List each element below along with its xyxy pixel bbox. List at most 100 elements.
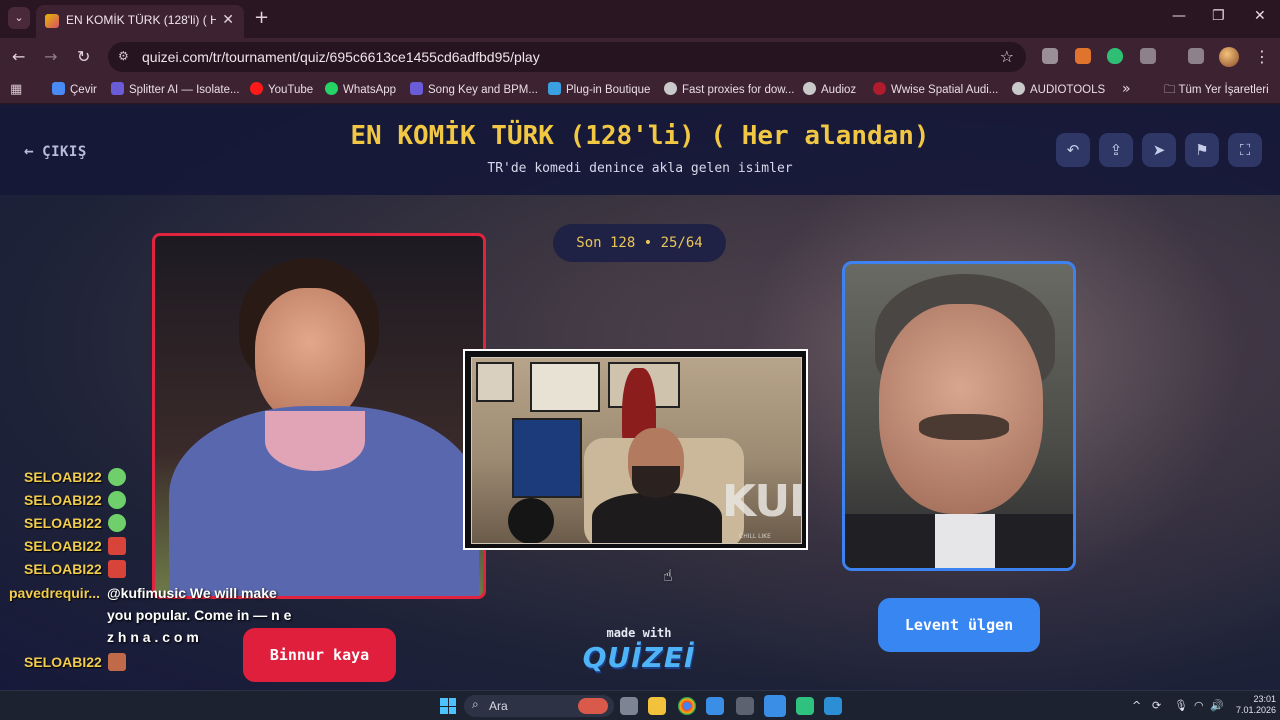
wall-poster	[476, 362, 514, 402]
quizei-logo[interactable]: QUİZEİ	[574, 641, 704, 674]
chat-message: SELOABI22	[24, 491, 126, 513]
folder-icon: 🗀	[1164, 84, 1179, 96]
taskbar-search[interactable]: ⌕ Ara	[464, 695, 614, 717]
tray-chevron-icon[interactable]: ^	[1132, 699, 1141, 712]
bookmark-item[interactable]: Fast proxies for dow...	[664, 82, 795, 100]
app-icon[interactable]	[796, 697, 814, 715]
bookmark-item[interactable]: Wwise Spatial Audi...	[873, 82, 998, 100]
bookmark-star-icon[interactable]: ☆	[1000, 47, 1014, 66]
store-icon[interactable]	[706, 697, 724, 715]
microphone-icon[interactable]: 🎙	[1174, 699, 1188, 712]
hand-cursor-icon: ☝	[663, 566, 673, 585]
clock-time: 23:01	[1253, 694, 1276, 704]
bookmark-label: AUDIOTOOLS	[1030, 84, 1106, 96]
apps-grid-icon[interactable]: ▦	[10, 82, 22, 97]
streamer-beard	[632, 466, 680, 498]
chat-message: SELOABI22	[24, 468, 126, 490]
forward-icon[interactable]: →	[44, 47, 57, 66]
active-tab[interactable]: EN KOMİK TÜRK (128'li) ( Her a ✕	[36, 5, 244, 38]
app-icon[interactable]	[736, 697, 754, 715]
close-window-icon[interactable]: ✕	[1254, 8, 1266, 24]
bookmark-label: Audioz	[821, 84, 857, 96]
bookmark-item[interactable]: YouTube	[250, 82, 313, 100]
fox-extension-icon[interactable]	[1075, 48, 1091, 64]
portrait-face	[879, 304, 1043, 514]
bookmarks-bar: ▦ Çevir Splitter AI — Isolate... YouTube…	[0, 76, 1280, 104]
search-icon: ⌕	[472, 697, 479, 711]
tab-search-button[interactable]: ⌄	[8, 7, 30, 29]
media-control-icon[interactable]	[1188, 48, 1204, 64]
fullscreen-button[interactable]: ⛶	[1228, 133, 1262, 167]
stream-logo: KUFI	[722, 476, 801, 527]
chat-message-text: you popular. Come in — n e	[107, 607, 291, 629]
bookmark-item[interactable]: Audioz	[803, 82, 856, 100]
emote-icon	[107, 560, 126, 578]
shield-extension-icon[interactable]	[1107, 48, 1123, 64]
bookmark-favicon-icon	[250, 82, 263, 95]
bookmark-item[interactable]: Song Key and BPM...	[410, 82, 538, 100]
volume-icon[interactable]: 🔊	[1210, 699, 1224, 712]
bookmark-favicon-icon	[111, 82, 124, 95]
puzzle-icon[interactable]	[1140, 48, 1156, 64]
sync-icon[interactable]: ⟳	[1152, 699, 1161, 712]
all-bookmarks-label: Tüm Yer İşaretleri	[1178, 84, 1269, 96]
stream-chat: SELOABI22 SELOABI22 SELOABI22 SELOABI22 …	[0, 465, 300, 690]
app-icon[interactable]	[824, 697, 842, 715]
exit-button[interactable]: ← ÇIKIŞ	[24, 141, 87, 160]
bookmark-label: Plug-in Boutique	[566, 84, 651, 96]
more-bookmarks-icon[interactable]: »	[1122, 81, 1131, 97]
file-explorer-icon[interactable]	[648, 697, 666, 715]
undo-button[interactable]: ↶	[1056, 133, 1090, 167]
system-clock[interactable]: 23:01 7.01.2026	[1232, 694, 1276, 716]
chat-message: pavedrequir...	[9, 585, 100, 607]
bookmark-label: YouTube	[268, 84, 314, 96]
bookmark-item[interactable]: WhatsApp	[325, 82, 396, 100]
chat-text: z h n a . c o m	[107, 629, 199, 645]
back-icon[interactable]: ←	[12, 47, 25, 66]
tab-title: EN KOMİK TÜRK (128'li) ( Her a	[66, 13, 216, 27]
url-text[interactable]: quizei.com/tr/tournament/quiz/695c6613ce…	[142, 49, 540, 65]
bookmark-favicon-icon	[1012, 82, 1025, 95]
menu-dots-icon[interactable]: ⋮	[1254, 47, 1270, 66]
minimize-icon[interactable]: —	[1172, 8, 1186, 24]
portrait-face	[255, 288, 365, 423]
all-bookmarks-folder[interactable]: 🗀 Tüm Yer İşaretleri	[1164, 82, 1269, 101]
send-icon: ➤	[1152, 141, 1166, 159]
recording-app-icon[interactable]	[764, 695, 786, 717]
right-choice-button[interactable]: Levent ülgen	[878, 598, 1040, 652]
windows-start-icon[interactable]	[440, 698, 456, 714]
tab-strip: ⌄ EN KOMİK TÜRK (128'li) ( Her a ✕ + — ❐…	[0, 0, 1280, 38]
portrait-mustache	[919, 414, 1009, 440]
restore-icon[interactable]: ❐	[1212, 8, 1225, 24]
close-tab-icon[interactable]: ✕	[222, 12, 234, 28]
share-button[interactable]: ⇪	[1099, 133, 1133, 167]
site-info-icon[interactable]: ⚙	[118, 49, 129, 63]
wifi-icon[interactable]: ◠	[1194, 699, 1204, 712]
new-tab-icon[interactable]: +	[254, 7, 269, 28]
tab-favicon-icon	[45, 14, 59, 28]
extension-icon[interactable]	[1042, 48, 1058, 64]
stream-logo-subtitle: CHILL LIKE	[739, 533, 771, 540]
address-bar[interactable]: ⚙ quizei.com/tr/tournament/quiz/695c6613…	[108, 42, 1026, 72]
bookmark-item[interactable]: Splitter AI — Isolate...	[111, 82, 240, 100]
task-view-icon[interactable]	[620, 697, 638, 715]
bookmark-item[interactable]: AUDIOTOOLS	[1012, 82, 1105, 100]
share-icon: ⇪	[1109, 141, 1123, 159]
chat-message-text: z h n a . c o m	[107, 629, 199, 651]
chrome-icon[interactable]	[678, 697, 696, 715]
bookmark-favicon-icon	[548, 82, 561, 95]
send-button[interactable]: ➤	[1142, 133, 1176, 167]
fullscreen-icon: ⛶	[1239, 141, 1251, 159]
bookmark-item[interactable]: Çevir	[52, 82, 97, 100]
wall-poster	[530, 362, 600, 412]
quiz-title: EN KOMİK TÜRK (128'li) ( Her alandan)	[350, 121, 930, 151]
chat-username: SELOABI22	[24, 469, 102, 485]
emote-icon	[107, 653, 126, 671]
right-choice-card[interactable]	[842, 261, 1076, 571]
search-label: Ara	[489, 699, 508, 713]
profile-avatar[interactable]	[1219, 47, 1239, 67]
bookmark-item[interactable]: Plug-in Boutique	[548, 82, 650, 100]
report-button[interactable]: ⚑	[1185, 133, 1219, 167]
reload-icon[interactable]: ↻	[77, 47, 90, 66]
bookmark-favicon-icon	[803, 82, 816, 95]
